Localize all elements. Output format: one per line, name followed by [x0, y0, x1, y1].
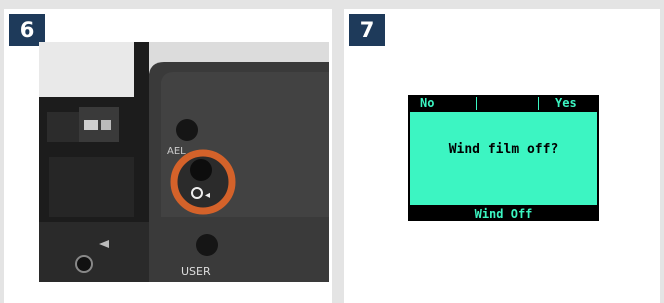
step-number-badge: 7	[349, 14, 385, 46]
svg-text:◂: ◂	[205, 190, 210, 201]
softkey-yes[interactable]: Yes	[555, 97, 577, 110]
softkey-divider	[538, 97, 539, 110]
user-label: USER	[181, 265, 211, 278]
lcd-message: Wind film off?	[448, 142, 559, 157]
lcd-bottom-label: Wind Off	[474, 207, 533, 221]
step-6-panel: 6 AEL ◂ USER	[4, 9, 332, 303]
lcd-screen: Wind film off?	[410, 112, 597, 205]
softkey-no[interactable]: No	[420, 97, 434, 110]
lcd-display: No Yes Wind film off? Wind Off	[408, 95, 599, 221]
softkey-bar: No Yes	[410, 97, 597, 110]
ael-label: AEL	[167, 146, 186, 157]
camera-photo: AEL ◂ USER	[39, 42, 329, 282]
softkey-divider	[476, 97, 477, 110]
step-7-panel: 7 No Yes Wind film off? Wind Off	[344, 9, 660, 303]
